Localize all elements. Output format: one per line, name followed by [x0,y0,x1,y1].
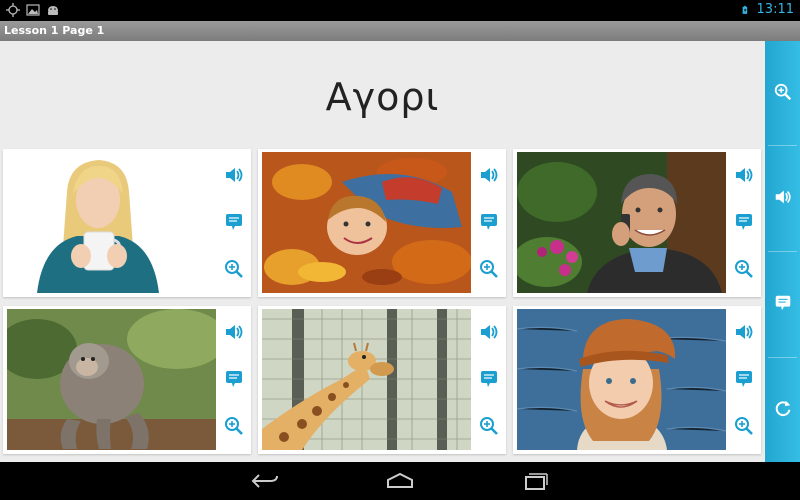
picture-card[interactable] [3,306,251,454]
android-icon [48,6,58,15]
speaker-icon[interactable] [223,164,245,186]
card-actions [221,164,247,280]
sidebar-zoom-button[interactable] [765,77,800,107]
speaker-icon[interactable] [478,321,500,343]
speaker-icon[interactable] [733,321,755,343]
zoom-in-icon[interactable] [478,258,500,280]
image-icon [26,4,40,16]
picture-card[interactable] [258,149,506,297]
speaker-icon[interactable] [223,321,245,343]
speech-bubble-icon[interactable] [223,211,245,233]
card-actions [476,321,502,437]
speech-bubble-icon[interactable] [478,368,500,390]
speaker-icon[interactable] [478,164,500,186]
picture-card[interactable] [513,149,761,297]
photo-woman-with-mug[interactable] [7,152,216,293]
back-icon [251,474,278,488]
speech-bubble-icon[interactable] [478,211,500,233]
divider [768,251,797,252]
photo-girl-with-cap[interactable] [517,309,726,450]
status-bar: 13:11 [0,0,800,21]
card-actions [476,164,502,280]
crosshair-icon [6,3,20,17]
zoom-in-icon[interactable] [733,415,755,437]
sidebar-text-button[interactable] [765,288,800,318]
zoom-in-icon[interactable] [733,258,755,280]
title-bar: Lesson 1 Page 1 [0,21,800,41]
divider [768,357,797,358]
clock: 13:11 [756,2,794,17]
page-title: Lesson 1 Page 1 [4,24,105,37]
photo-man-on-phone[interactable] [517,152,726,293]
lesson-content: Αγορι [0,41,765,462]
action-sidebar [765,41,800,462]
zoom-in-icon[interactable] [478,415,500,437]
photo-giraffe[interactable] [262,309,471,450]
card-actions [731,164,757,280]
sidebar-audio-button[interactable] [765,182,800,212]
speech-bubble-icon[interactable] [223,368,245,390]
recent-apps-icon [525,473,548,490]
card-actions [731,321,757,437]
speaker-icon [775,190,791,204]
picture-card[interactable] [513,306,761,454]
back-button[interactable] [245,469,285,493]
picture-card[interactable] [3,149,251,297]
speech-bubble-icon[interactable] [733,368,755,390]
photo-monkey[interactable] [7,309,216,450]
speaker-icon[interactable] [733,164,755,186]
picture-card[interactable] [258,306,506,454]
photo-boy-in-autumn-leaves[interactable] [262,152,471,293]
zoom-in-icon[interactable] [223,258,245,280]
refresh-icon [775,400,790,417]
home-button[interactable] [380,469,420,493]
lesson-word: Αγορι [325,75,440,119]
recent-apps-button[interactable] [515,469,555,493]
navigation-bar [0,462,800,500]
speech-bubble-icon [775,295,790,311]
home-icon [387,472,413,488]
divider [768,145,797,146]
battery-charging-icon [742,5,747,14]
zoom-in-icon[interactable] [223,415,245,437]
card-actions [221,321,247,437]
speech-bubble-icon[interactable] [733,211,755,233]
zoom-in-icon [774,83,791,101]
sidebar-refresh-button[interactable] [765,393,800,423]
